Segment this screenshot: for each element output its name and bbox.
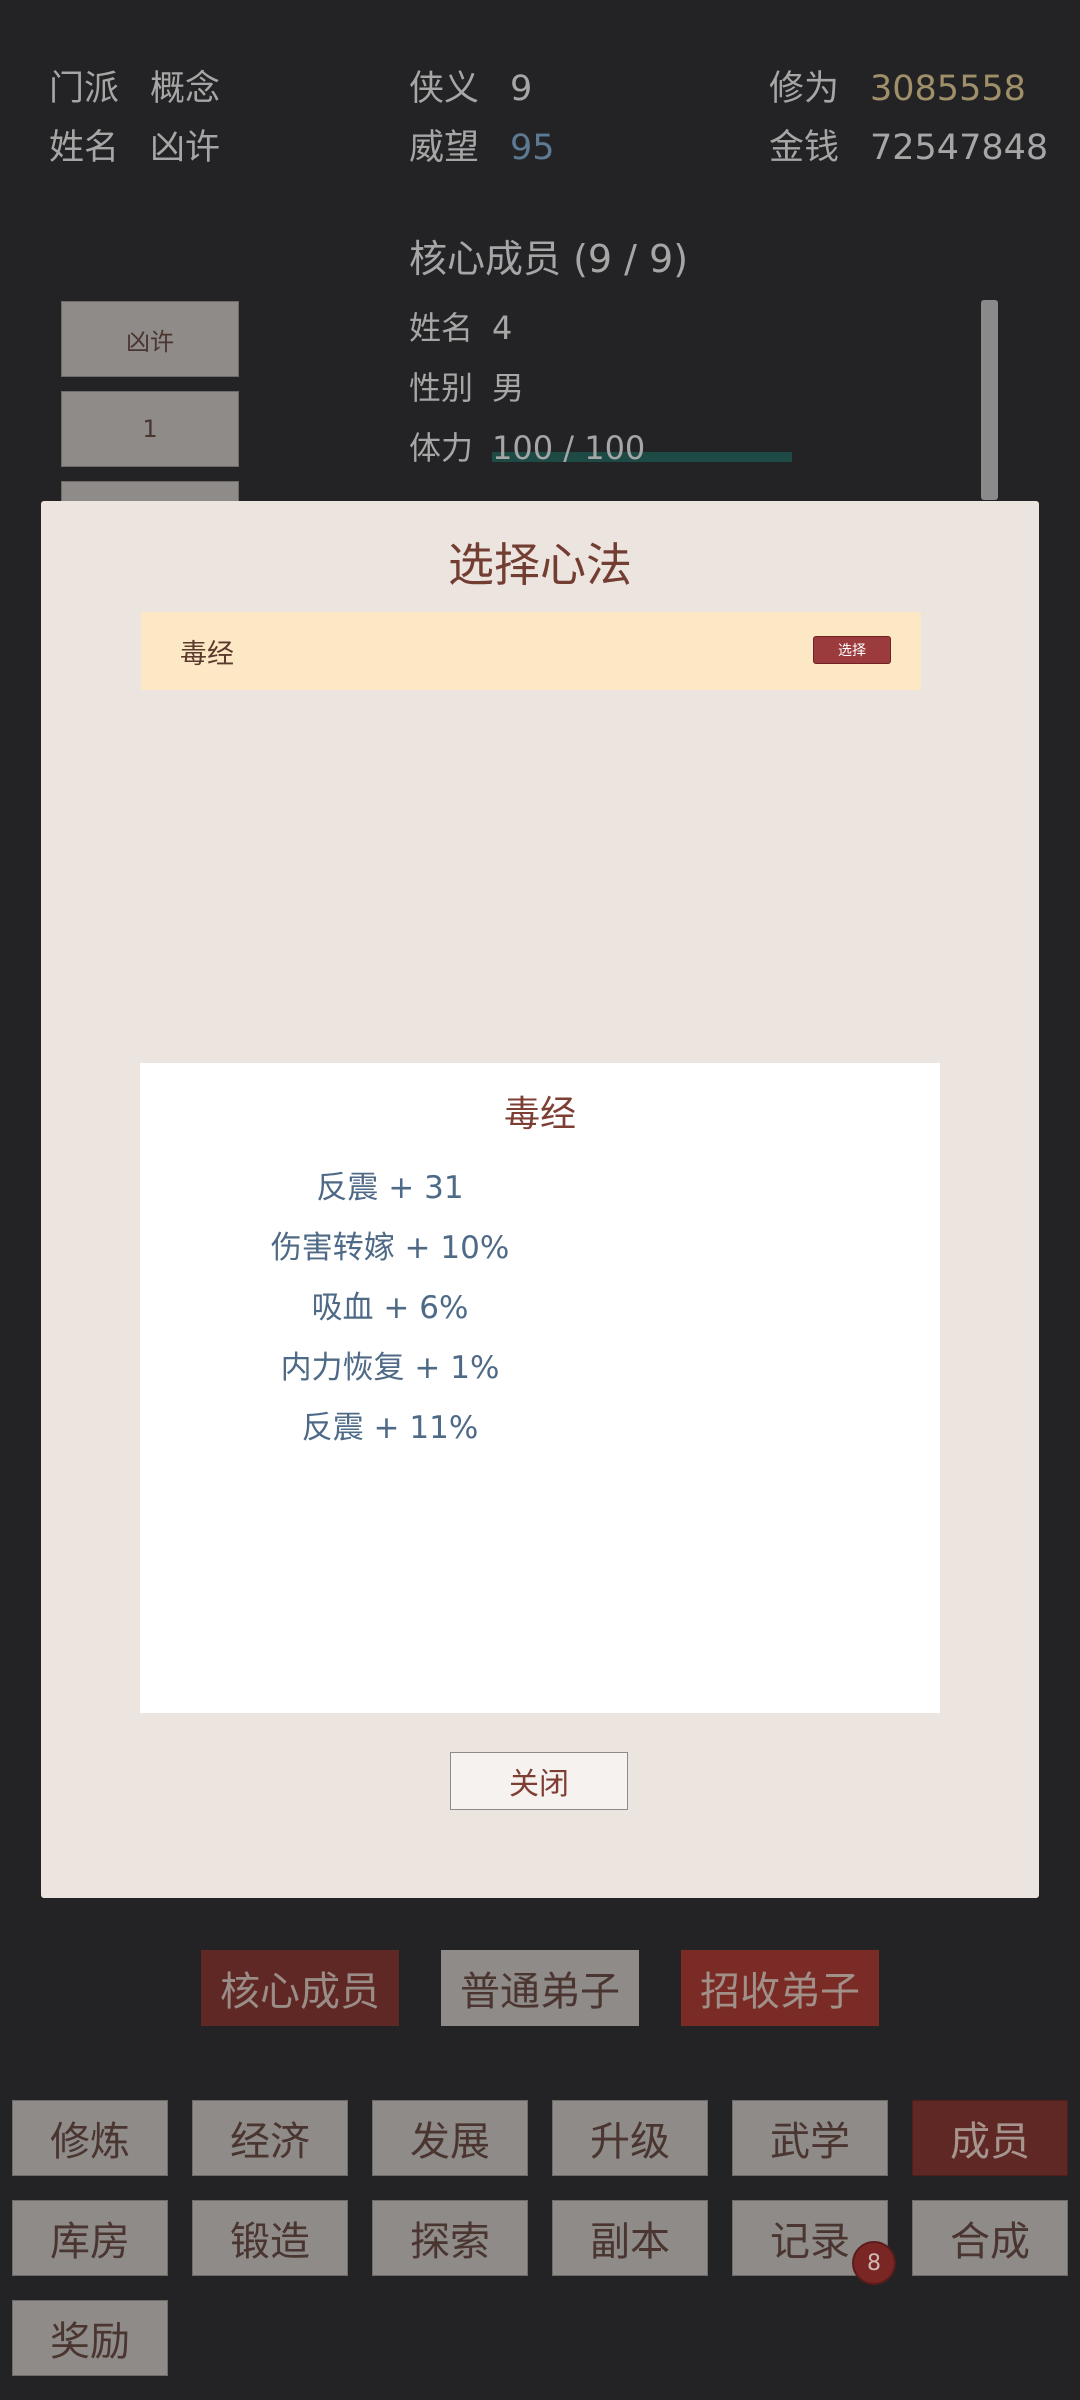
tab-regular-disciples[interactable]: 普通弟子	[441, 1950, 639, 2026]
prestige-value: 95	[510, 128, 555, 168]
member-scrollbar[interactable]	[981, 300, 998, 500]
technique-detail-panel: 毒经 反震 + 31 伤害转嫁 + 10% 吸血 + 6% 内力恢复 + 1% …	[140, 1063, 940, 1713]
attribute-line: 反震 + 31	[316, 1170, 464, 1206]
nav-develop[interactable]: 发展	[372, 2100, 528, 2176]
sect-label: 门派	[49, 69, 120, 109]
attribute-line: 吸血 + 6%	[311, 1290, 469, 1326]
name-value: 凶许	[150, 128, 221, 168]
technique-list-item[interactable]: 毒经 选择	[141, 612, 921, 690]
name-label: 姓名	[49, 128, 120, 168]
member-stamina-value: 100 / 100	[492, 429, 646, 467]
money-value: 72547848	[870, 128, 1049, 168]
member-button-2[interactable]: 1	[61, 391, 239, 467]
attribute-line: 伤害转嫁 + 10%	[270, 1230, 510, 1266]
nav-explore[interactable]: 探索	[372, 2200, 528, 2276]
close-button[interactable]: 关闭	[450, 1752, 628, 1810]
nav-rewards[interactable]: 奖励	[12, 2300, 168, 2376]
member-stamina-label: 体力	[409, 429, 474, 467]
nav-upgrade[interactable]: 升级	[552, 2100, 708, 2176]
nav-martial-arts[interactable]: 武学	[732, 2100, 888, 2176]
technique-name: 毒经	[180, 639, 234, 670]
attribute-line: 内力恢复 + 1%	[280, 1350, 500, 1386]
member-name-value: 4	[492, 309, 513, 347]
chivalry-value: 9	[510, 69, 533, 109]
attribute-line: 反震 + 11%	[301, 1410, 479, 1446]
cultivation-value: 3085558	[870, 69, 1026, 109]
member-name-label: 姓名	[409, 309, 474, 347]
cultivation-label: 修为	[769, 69, 840, 109]
nav-members[interactable]: 成员	[912, 2100, 1068, 2176]
nav-cultivate[interactable]: 修炼	[12, 2100, 168, 2176]
chivalry-label: 侠义	[409, 69, 480, 109]
records-notification-badge: 8	[852, 2241, 896, 2285]
modal-title: 选择心法	[448, 538, 632, 592]
nav-forge[interactable]: 锻造	[192, 2200, 348, 2276]
tab-recruit-disciples[interactable]: 招收弟子	[681, 1950, 879, 2026]
money-label: 金钱	[769, 128, 840, 168]
tab-core-members[interactable]: 核心成员	[201, 1950, 399, 2026]
prestige-label: 威望	[409, 128, 480, 168]
member-gender-label: 性别	[409, 369, 474, 407]
nav-synthesize[interactable]: 合成	[912, 2200, 1068, 2276]
nav-dungeon[interactable]: 副本	[552, 2200, 708, 2276]
nav-warehouse[interactable]: 库房	[12, 2200, 168, 2276]
member-gender-value: 男	[492, 369, 525, 407]
select-button[interactable]: 选择	[813, 636, 891, 664]
members-section-title: 核心成员 (9 / 9)	[409, 237, 689, 281]
nav-economy[interactable]: 经济	[192, 2100, 348, 2176]
technique-select-modal: 选择心法 毒经 选择 毒经 反震 + 31 伤害转嫁 + 10% 吸血 + 6%…	[41, 501, 1039, 1898]
sect-value: 概念	[150, 69, 221, 109]
member-button-1[interactable]: 凶许	[61, 301, 239, 377]
technique-detail-title: 毒经	[503, 1094, 576, 1135]
